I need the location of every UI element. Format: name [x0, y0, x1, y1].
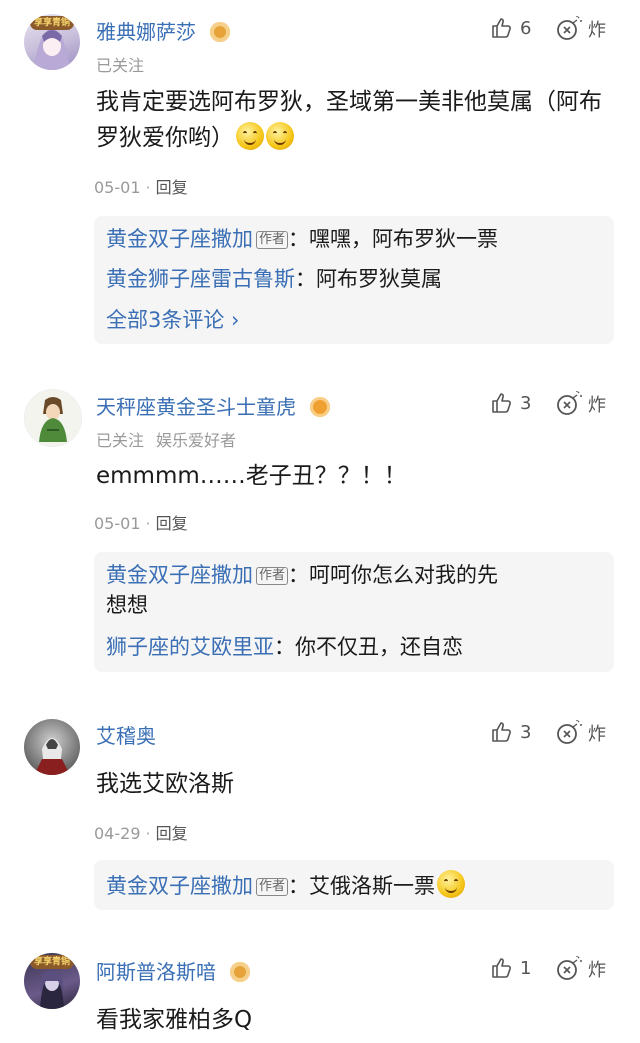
author-tag: 作者: [256, 567, 289, 585]
comment-text: 我选艾欧洛斯: [96, 766, 616, 802]
reply-button[interactable]: 回复: [156, 824, 188, 843]
bomb-label: 炸: [588, 395, 606, 416]
reply-item[interactable]: 黄金双子座撒加 作者 ：嘿嘿，阿布罗狄一票: [106, 224, 606, 254]
reply-text: ：阿布罗狄莫属: [295, 267, 442, 291]
reply-button[interactable]: 回复: [156, 514, 188, 533]
bomb-icon: [557, 391, 582, 415]
follow-status: 已关注 娱乐爱好者: [96, 427, 236, 451]
comment-date: 04-29: [94, 824, 141, 843]
reply-author[interactable]: 黄金双子座撒加: [106, 227, 253, 251]
like-button[interactable]: 3: [490, 720, 531, 744]
like-count: 6: [520, 17, 532, 39]
thumbs-up-icon: [492, 18, 511, 38]
avatar-image: [34, 738, 70, 775]
bomb-icon: [557, 16, 582, 40]
bomb-button[interactable]: 炸: [556, 956, 606, 982]
like-button[interactable]: 1: [490, 956, 531, 980]
username-label: 雅典娜萨莎: [96, 20, 196, 44]
reply-item-continuation: 想想: [106, 590, 606, 620]
bomb-label: 炸: [588, 724, 606, 745]
bomb-button[interactable]: 炸: [556, 391, 606, 417]
author-tag: 作者: [256, 878, 289, 896]
expand-replies-link[interactable]: 全部3条评论 ›: [106, 304, 239, 334]
avatar[interactable]: 享享青铜: [24, 953, 80, 1009]
comment-text: 我肯定要选阿布罗狄，圣域第一美非他莫属（阿布罗狄爱你哟）: [96, 84, 616, 156]
thumbs-up-icon: [492, 393, 511, 413]
username[interactable]: 雅典娜萨莎: [96, 16, 231, 45]
comment-date: 05-01: [94, 178, 141, 197]
username-label: 天秤座黄金圣斗士童虎: [96, 395, 296, 419]
smile-emoji-icon: [266, 122, 294, 150]
reply-box: 黄金双子座撒加 作者 ：呵呵你怎么对我的先 想想 狮子座的艾欧里亚：你不仅丑，还自恋: [94, 552, 614, 672]
reply-author[interactable]: 黄金双子座撒加: [106, 874, 253, 898]
level-badge-icon: [210, 22, 231, 42]
thumbs-up-icon: [492, 722, 511, 742]
level-badge-icon: [310, 397, 331, 417]
username-label: 阿斯普洛斯喑: [96, 960, 216, 984]
like-count: 3: [520, 721, 532, 743]
reply-author[interactable]: 狮子座的艾欧里亚: [106, 635, 274, 659]
comment-text-body: 我肯定要选阿布罗狄，圣域第一美非他莫属（阿布罗狄爱你哟）: [96, 89, 602, 151]
like-count: 3: [520, 392, 532, 414]
reply-text: ：呵呵你怎么对我的先: [288, 563, 499, 587]
reply-text: 想想: [106, 593, 148, 617]
avatar[interactable]: 享享青铜: [24, 14, 80, 70]
comment-dateline: 05-01 · 回复: [94, 514, 188, 533]
comment-text: emmmm……老子丑？？！！: [96, 458, 616, 494]
reply-item[interactable]: 黄金狮子座雷古鲁斯：阿布罗狄莫属: [106, 264, 606, 294]
level-badge-icon: [230, 962, 251, 982]
expand-replies-label: 全部3条评论 ›: [106, 308, 240, 332]
smile-emoji-icon: [236, 122, 264, 150]
follow-status: 已关注: [96, 52, 144, 76]
username[interactable]: 天秤座黄金圣斗士童虎: [96, 391, 331, 420]
bomb-label: 炸: [588, 960, 606, 981]
like-button[interactable]: 3: [490, 391, 531, 415]
comment-dateline: 04-29 · 回复: [94, 824, 188, 843]
thumbs-up-icon: [492, 958, 511, 978]
reply-item[interactable]: 黄金双子座撒加 作者 ：呵呵你怎么对我的先: [106, 560, 606, 590]
bomb-button[interactable]: 炸: [556, 16, 606, 42]
comment-text: 看我家雅柏多Q: [96, 1002, 616, 1038]
follow-status-label: 已关注: [96, 56, 145, 75]
bomb-label: 炸: [588, 20, 606, 41]
reply-text: ：艾俄洛斯一票: [288, 874, 436, 898]
like-button[interactable]: 6: [490, 16, 531, 40]
follow-status-label: 已关注: [96, 431, 145, 450]
bomb-button[interactable]: 炸: [556, 720, 606, 746]
comment-text-body: 我选艾欧洛斯: [96, 771, 234, 797]
avatar[interactable]: [24, 719, 80, 775]
bomb-icon: [557, 956, 582, 980]
avatar-image: [25, 390, 81, 446]
user-tag: 娱乐爱好者: [156, 431, 237, 450]
username[interactable]: 艾稽奥: [96, 720, 156, 749]
reply-button[interactable]: 回复: [156, 178, 188, 197]
comment-text-body: 看我家雅柏多Q: [96, 1007, 253, 1033]
reply-item[interactable]: 黄金双子座撒加 作者 ：艾俄洛斯一票: [106, 870, 606, 901]
smile-emoji-icon: [437, 870, 466, 898]
reply-item[interactable]: 狮子座的艾欧里亚：你不仅丑，还自恋: [106, 632, 606, 662]
avatar[interactable]: [24, 389, 82, 447]
reply-box: 黄金双子座撒加 作者 ：嘿嘿，阿布罗狄一票 黄金狮子座雷古鲁斯：阿布罗狄莫属 全部3…: [94, 216, 614, 344]
reply-text: ：你不仅丑，还自恋: [274, 635, 463, 659]
bomb-icon: [557, 720, 582, 744]
reply-box: 黄金双子座撒加 作者 ：艾俄洛斯一票: [94, 860, 614, 910]
comment-date: 05-01: [94, 514, 141, 533]
reply-author[interactable]: 黄金双子座撒加: [106, 563, 253, 587]
avatar-badge: 享享青铜: [30, 955, 74, 969]
reply-text: ：嘿嘿，阿布罗狄一票: [288, 227, 499, 251]
like-count: 1: [520, 957, 532, 979]
comment-dateline: 05-01 · 回复: [94, 178, 188, 197]
author-tag: 作者: [256, 231, 289, 249]
username[interactable]: 阿斯普洛斯喑: [96, 956, 251, 985]
username-label: 艾稽奥: [96, 724, 156, 748]
comment-text-body: emmmm……老子丑？？！！: [96, 463, 407, 489]
reply-author[interactable]: 黄金狮子座雷古鲁斯: [106, 267, 295, 291]
avatar-badge: 享享青铜: [30, 16, 74, 30]
